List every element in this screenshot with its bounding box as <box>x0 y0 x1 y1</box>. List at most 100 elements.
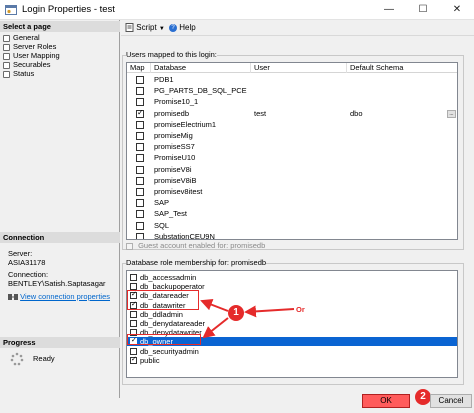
schema-cell[interactable] <box>347 119 447 131</box>
browse-schema-button[interactable]: ... <box>447 109 456 118</box>
page-item-user-mapping[interactable]: User Mapping <box>3 51 60 60</box>
role-label: db_denydatareader <box>140 319 206 328</box>
user-cell[interactable] <box>251 208 347 220</box>
schema-cell[interactable] <box>347 96 447 108</box>
map-checkbox[interactable] <box>136 176 144 185</box>
column-header-map[interactable]: Map <box>127 63 151 73</box>
map-checkbox[interactable] <box>136 199 144 208</box>
schema-cell[interactable] <box>347 220 447 232</box>
table-row[interactable]: Promise10_1 <box>127 96 457 108</box>
close-button[interactable]: ✕ <box>440 0 474 20</box>
user-cell[interactable] <box>251 231 347 239</box>
page-item-server-roles[interactable]: Server Roles <box>3 42 56 51</box>
schema-cell[interactable] <box>347 175 447 187</box>
user-cell[interactable] <box>251 186 347 198</box>
user-cell[interactable] <box>251 175 347 187</box>
database-cell: promiseV8iB <box>154 175 197 185</box>
role-checkbox[interactable] <box>130 274 137 281</box>
list-item[interactable]: db_ddladmin <box>127 310 457 319</box>
schema-cell[interactable] <box>347 130 447 142</box>
table-row[interactable]: promiseMig <box>127 130 457 142</box>
database-cell: SubstationCEU9N <box>154 231 215 240</box>
user-cell[interactable] <box>251 141 347 153</box>
map-checkbox[interactable] <box>136 108 144 118</box>
help-button[interactable]: ? Help <box>169 23 196 32</box>
connection-label: Connection: <box>8 270 49 279</box>
table-row[interactable]: PG_PARTS_DB_SQL_PCE <box>127 85 457 97</box>
list-item[interactable]: db_accessadmin <box>127 273 457 282</box>
user-cell[interactable] <box>251 130 347 142</box>
script-button[interactable]: Script ▼ <box>125 23 165 33</box>
table-row[interactable]: promisedb testdbo... <box>127 108 457 120</box>
map-checkbox[interactable] <box>136 87 144 96</box>
schema-cell[interactable] <box>347 141 447 153</box>
map-checkbox[interactable] <box>136 210 144 219</box>
column-header-default-schema[interactable]: Default Schema <box>347 63 457 73</box>
role-checkbox[interactable] <box>130 320 137 327</box>
schema-cell[interactable] <box>347 85 447 97</box>
schema-cell[interactable] <box>347 152 447 164</box>
column-header-user[interactable]: User <box>251 63 347 73</box>
user-cell[interactable] <box>251 74 347 86</box>
map-checkbox[interactable] <box>136 98 144 107</box>
map-checkbox[interactable] <box>136 143 144 152</box>
map-checkbox[interactable] <box>136 132 144 140</box>
table-row[interactable]: PDB1 <box>127 74 457 86</box>
table-row[interactable]: promiseElectrium1 <box>127 119 457 131</box>
user-cell[interactable] <box>251 85 347 97</box>
table-row[interactable]: promiseSS7 <box>127 141 457 153</box>
table-row[interactable]: promiseV8i <box>127 164 457 176</box>
schema-cell[interactable] <box>347 74 447 86</box>
minimize-button[interactable]: — <box>372 0 406 20</box>
table-row[interactable]: SAP_Test <box>127 208 457 220</box>
map-checkbox[interactable] <box>136 232 144 239</box>
view-connection-properties-link[interactable]: View connection properties <box>20 292 110 301</box>
map-checkbox[interactable] <box>136 76 144 84</box>
database-cell: SAP_Test <box>154 209 187 219</box>
map-checkbox[interactable] <box>136 154 144 163</box>
user-cell[interactable] <box>251 152 347 164</box>
map-checkbox[interactable] <box>136 221 144 230</box>
list-item[interactable]: db_denydatareader <box>127 319 457 328</box>
role-checkbox[interactable] <box>130 355 137 364</box>
page-item-securables[interactable]: Securables <box>3 60 51 69</box>
schema-cell[interactable] <box>347 208 447 220</box>
list-item[interactable]: db_securityadmin <box>127 347 457 356</box>
schema-cell[interactable] <box>347 164 447 176</box>
role-checkbox[interactable] <box>130 310 137 318</box>
user-cell[interactable] <box>251 119 347 131</box>
user-cell[interactable] <box>251 197 347 209</box>
schema-cell[interactable]: dbo <box>347 108 447 120</box>
progress-status: Ready <box>33 354 55 363</box>
user-cell[interactable]: test <box>251 108 347 120</box>
map-checkbox[interactable] <box>136 120 144 129</box>
cancel-button[interactable]: Cancel <box>430 394 472 408</box>
list-item[interactable]: public <box>127 355 457 365</box>
user-cell[interactable] <box>251 220 347 232</box>
user-cell[interactable] <box>251 164 347 176</box>
server-label: Server: <box>8 249 33 258</box>
map-checkbox[interactable] <box>136 188 144 196</box>
page-item-general[interactable]: General <box>3 33 40 42</box>
schema-cell[interactable] <box>347 231 447 239</box>
user-cell[interactable] <box>251 96 347 108</box>
schema-cell[interactable] <box>347 186 447 198</box>
ok-button[interactable]: OK <box>362 394 410 408</box>
role-label: db_accessadmin <box>140 273 197 282</box>
table-row[interactable]: SubstationCEU9N <box>127 231 457 240</box>
role-membership-label: Database role membership for: promisedb <box>126 258 267 267</box>
table-row[interactable]: promiseV8iB <box>127 175 457 187</box>
highlight-box-owner <box>127 334 201 345</box>
schema-cell[interactable] <box>347 197 447 209</box>
table-row[interactable]: SAP <box>127 197 457 209</box>
table-row[interactable]: SQL <box>127 220 457 232</box>
page-icon <box>3 34 10 42</box>
guest-account-checkbox[interactable] <box>126 242 133 250</box>
role-checkbox[interactable] <box>130 347 137 355</box>
column-header-database[interactable]: Database <box>151 63 251 73</box>
table-row[interactable]: promisev8itest <box>127 186 457 198</box>
page-item-status[interactable]: Status <box>3 69 34 78</box>
table-row[interactable]: PromiseU10 <box>127 152 457 164</box>
maximize-button[interactable]: ☐ <box>406 0 440 20</box>
map-checkbox[interactable] <box>136 165 144 174</box>
